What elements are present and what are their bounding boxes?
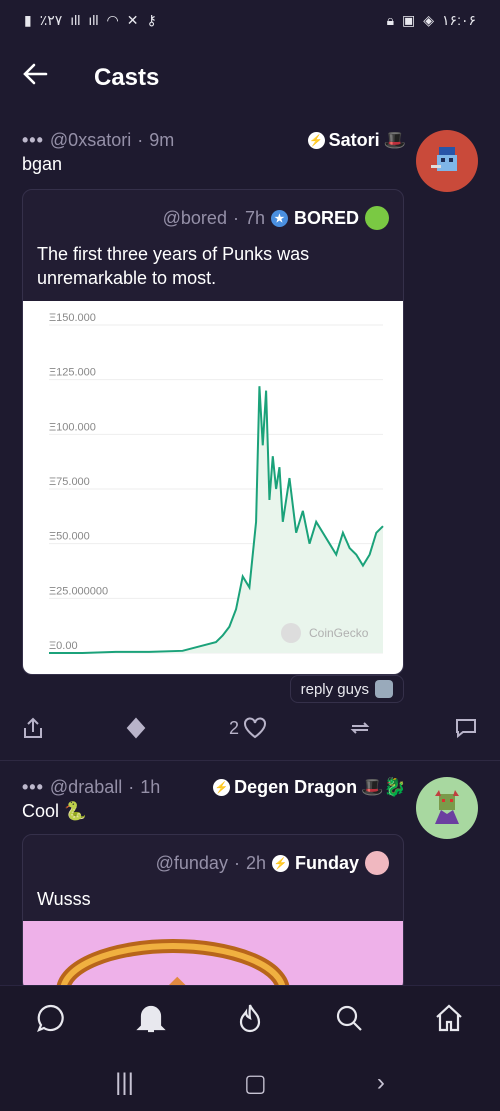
y-tick-label: Ξ50.000 (49, 530, 90, 542)
cast-handle[interactable]: @draball (50, 777, 122, 798)
battery-icon: ▮ (24, 11, 32, 28)
comment-icon (455, 719, 476, 739)
more-options-icon[interactable]: ••• (22, 777, 44, 798)
heart-icon (243, 717, 266, 739)
recast-icon (351, 722, 370, 734)
lock-icon: 🔒︎ (386, 11, 395, 28)
bored-avatar (365, 206, 389, 230)
y-tick-label: Ξ75.000 (49, 476, 90, 488)
funday-avatar (365, 851, 389, 875)
cast-item[interactable]: ••• @draball · 1h ⚡ Degen Dragon 🎩🐉 Cool… (0, 775, 500, 993)
more-options-icon[interactable]: ••• (22, 130, 44, 151)
home-icon (436, 1004, 462, 1032)
chart-svg: Ξ150.000 Ξ125.000 Ξ100.000 Ξ75.000 Ξ50.000 Ξ2… (49, 312, 384, 654)
y-tick-label: Ξ25.000000 (49, 585, 108, 597)
reply-button[interactable] (454, 717, 478, 739)
back-button-icon[interactable]: › (377, 1069, 385, 1097)
status-bar: ▮ ٪۲۷ ıll ıll ◠ ✕ ⚷ 🔒︎ ▣ ◈ ۱۶:۰۶ (0, 0, 500, 40)
embed-age: 2h (245, 852, 266, 873)
tip-button[interactable] (125, 717, 147, 739)
embed-handle[interactable]: @bored (163, 208, 227, 229)
y-tick-label: Ξ0.00 (49, 640, 78, 652)
nav-search[interactable] (334, 1003, 364, 1038)
power-badge-icon: ⚡ (271, 854, 289, 872)
embed-author[interactable]: BORED (294, 208, 359, 229)
separator: · (128, 776, 135, 797)
y-tick-label: Ξ125.000 (49, 366, 96, 378)
embed-age: 7h (244, 207, 265, 228)
separator: · (232, 207, 239, 228)
embed-text: The first three years of Punks was unrem… (37, 244, 310, 289)
separator: · (233, 852, 240, 873)
reply-guys-label: reply guys (300, 680, 369, 698)
quoted-cast[interactable]: @funday · 2h ⚡ Funday Wusss (22, 834, 404, 993)
separator: · (137, 129, 144, 150)
chat-icon (36, 1004, 64, 1032)
system-nav: ||| ▢ › (0, 1055, 500, 1111)
header: Casts (0, 50, 500, 106)
author-name[interactable]: Satori (329, 130, 380, 151)
like-button[interactable]: 2 (229, 717, 267, 739)
robot-icon (375, 680, 393, 698)
power-badge-icon: ⚡ (213, 778, 231, 796)
author-name[interactable]: Degen Dragon (234, 777, 357, 798)
verified-badge-icon: ★ (270, 209, 288, 227)
diamond-icon (127, 717, 146, 739)
like-count: 2 (228, 717, 239, 738)
quoted-cast[interactable]: @bored · 7h ★ BORED The first three year… (22, 189, 404, 675)
embed-handle[interactable]: @funday (156, 853, 228, 874)
share-icon (24, 717, 42, 738)
key-icon: ⚷ (146, 11, 157, 28)
flame-icon (239, 1004, 261, 1033)
mute-icon: ✕ (126, 11, 139, 28)
chart-area (49, 385, 383, 653)
reply-guys-button[interactable]: reply guys (289, 675, 404, 703)
back-arrow-icon[interactable] (22, 61, 62, 95)
cast-item[interactable]: ••• @0xsatori · 9m ⚡ Satori 🎩 bgan @bore… (0, 128, 500, 675)
clock-time: ۱۶:۰۶ (442, 11, 476, 28)
signal-icon-2: ıll (88, 12, 99, 28)
y-tick-label: Ξ100.000 (49, 421, 96, 433)
search-icon (336, 1005, 362, 1031)
signal-icon: ıll (70, 12, 81, 28)
share-button[interactable] (22, 716, 44, 740)
embed-image[interactable] (23, 921, 403, 992)
home-button-icon[interactable]: ▢ (244, 1069, 267, 1098)
vpn-icon: ◈ (423, 11, 435, 28)
recast-button[interactable] (348, 717, 372, 739)
embed-text: Wusss (37, 889, 91, 909)
cast-actions: 2 (0, 716, 500, 740)
price-chart[interactable]: Ξ150.000 Ξ125.000 Ξ100.000 Ξ75.000 Ξ50.000 Ξ2… (23, 300, 403, 674)
bottom-nav (0, 985, 500, 1055)
avatar[interactable] (416, 777, 478, 839)
y-tick-label: Ξ150.000 (49, 312, 96, 324)
bell-icon (136, 1005, 167, 1033)
cast-age: 1h (140, 776, 161, 797)
recent-apps-icon[interactable]: ||| (115, 1069, 134, 1097)
power-badge-icon: ⚡ (307, 131, 325, 149)
avatar[interactable] (416, 130, 478, 192)
divider (0, 760, 500, 761)
cast-handle[interactable]: @0xsatori (50, 130, 131, 151)
battery-percent: ٪۲۷ (39, 11, 63, 28)
ring-image (56, 939, 290, 992)
nav-notifications[interactable] (136, 1002, 167, 1039)
nav-trending[interactable] (236, 1002, 264, 1039)
author-emoji: 🎩 (383, 129, 406, 150)
embed-author[interactable]: Funday (295, 853, 359, 874)
nav-home[interactable] (433, 1002, 465, 1039)
image-icon: ▣ (402, 11, 416, 28)
cast-age: 9m (149, 129, 175, 150)
nav-chat[interactable] (35, 1002, 67, 1039)
coingecko-watermark: CoinGecko (309, 626, 369, 640)
page-title: Casts (94, 64, 160, 91)
author-emoji: 🎩🐉 (361, 776, 406, 797)
coingecko-logo-icon (281, 622, 301, 643)
wifi-icon: ◠ (106, 11, 119, 28)
